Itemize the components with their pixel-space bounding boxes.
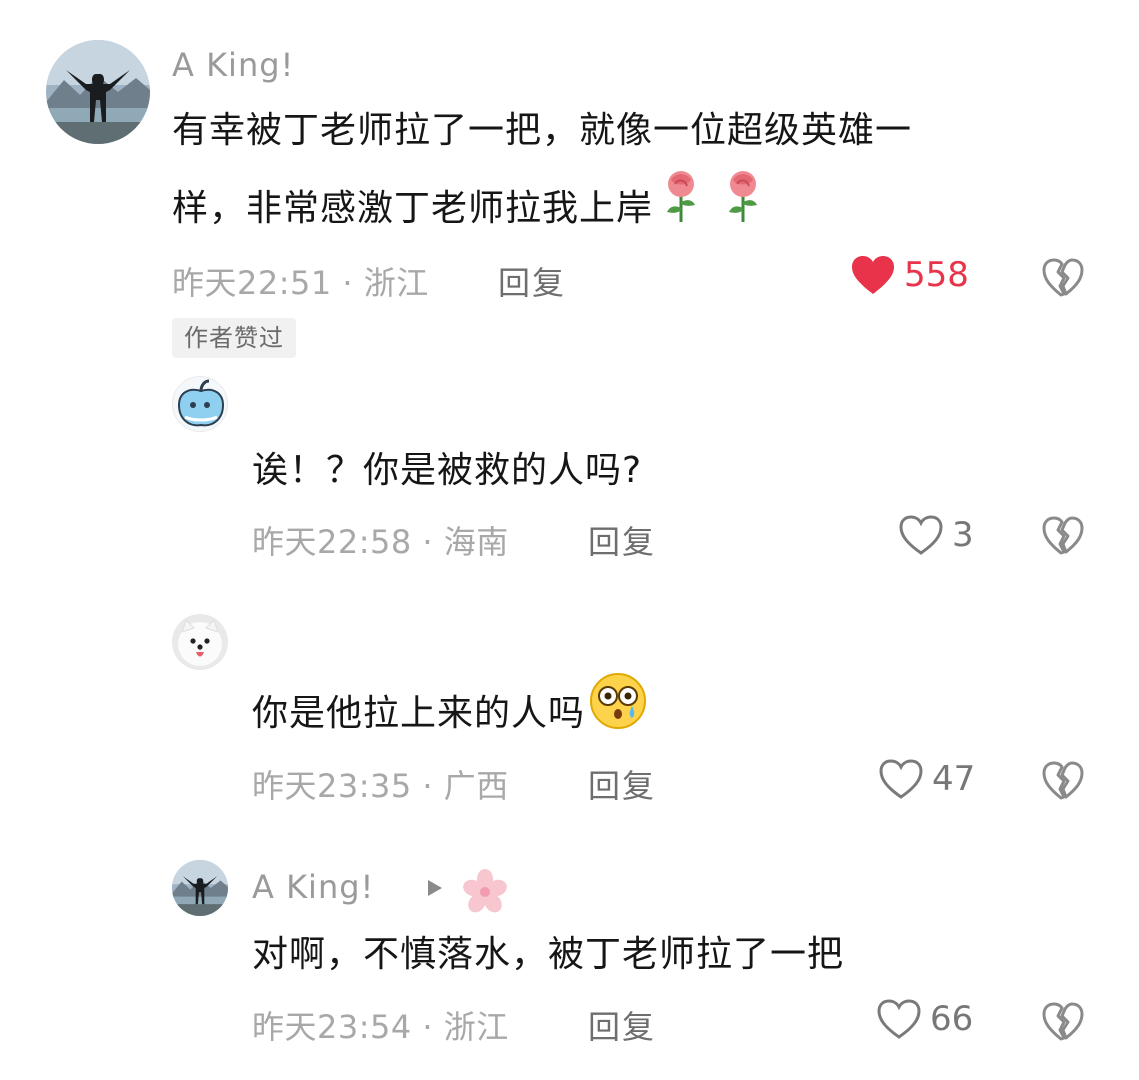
comment-text: 对啊，不慎落水，被丁老师拉了一把 xyxy=(252,934,845,975)
rose-emoji-icon xyxy=(657,170,705,250)
heart-icon xyxy=(898,514,944,556)
comment-text-line-2-text: 样，非常感激丁老师拉我上岸 xyxy=(172,188,654,229)
like-count: 66 xyxy=(930,999,974,1039)
avatar[interactable] xyxy=(172,860,228,916)
flower-icon xyxy=(462,868,508,918)
astonished-emoji-icon xyxy=(589,672,647,758)
reply-button[interactable]: 回复 xyxy=(588,761,656,807)
like-button[interactable]: 3 xyxy=(898,514,974,556)
avatar[interactable] xyxy=(172,614,228,670)
reply-button[interactable]: 回复 xyxy=(588,1002,656,1048)
broken-heart-icon xyxy=(1042,258,1084,302)
comment-text: 有幸被丁老师拉了一把，就像一位超级英雄一 样，非常感激丁老师拉我上岸 xyxy=(172,92,1052,250)
broken-heart-icon xyxy=(1042,516,1084,560)
rose-emoji-icon xyxy=(719,170,767,250)
comment-time-location: 昨天23:54 · 浙江 xyxy=(252,1008,509,1046)
comment-time-location: 昨天23:35 · 广西 xyxy=(252,767,509,805)
dislike-button[interactable] xyxy=(1042,761,1084,805)
heart-icon xyxy=(876,998,922,1040)
username[interactable]: A King! xyxy=(252,868,374,906)
avatar[interactable] xyxy=(46,40,150,144)
play-icon xyxy=(426,878,444,902)
reply-button[interactable]: 回复 xyxy=(588,517,656,563)
dislike-button[interactable] xyxy=(1042,258,1084,302)
like-count: 3 xyxy=(952,515,974,555)
like-button[interactable]: 47 xyxy=(878,758,975,800)
like-button[interactable]: 558 xyxy=(850,254,969,296)
author-liked-badge: 作者赞过 xyxy=(172,318,296,358)
comment-text-body: 你是他拉上来的人吗 xyxy=(252,693,586,734)
broken-heart-icon xyxy=(1042,761,1084,805)
comment-time-location: 昨天22:51 · 浙江 xyxy=(172,264,429,302)
heart-icon xyxy=(850,254,896,296)
comment-text: 你是他拉上来的人吗 xyxy=(252,672,647,758)
like-count: 47 xyxy=(932,759,976,799)
broken-heart-icon xyxy=(1042,1002,1084,1046)
like-count: 558 xyxy=(904,255,969,295)
comment-text-line-2: 样，非常感激丁老师拉我上岸 xyxy=(172,170,1052,250)
username[interactable]: A King! xyxy=(172,46,294,84)
reply-button[interactable]: 回复 xyxy=(498,258,566,304)
comment-text-line-1: 有幸被丁老师拉了一把，就像一位超级英雄一 xyxy=(172,110,913,151)
comment-text: 诶！？你是被救的人吗? xyxy=(252,450,643,491)
dislike-button[interactable] xyxy=(1042,1002,1084,1046)
heart-icon xyxy=(878,758,924,800)
avatar[interactable] xyxy=(172,376,228,432)
dislike-button[interactable] xyxy=(1042,516,1084,560)
comment-time-location: 昨天22:58 · 海南 xyxy=(252,523,509,561)
like-button[interactable]: 66 xyxy=(876,998,973,1040)
